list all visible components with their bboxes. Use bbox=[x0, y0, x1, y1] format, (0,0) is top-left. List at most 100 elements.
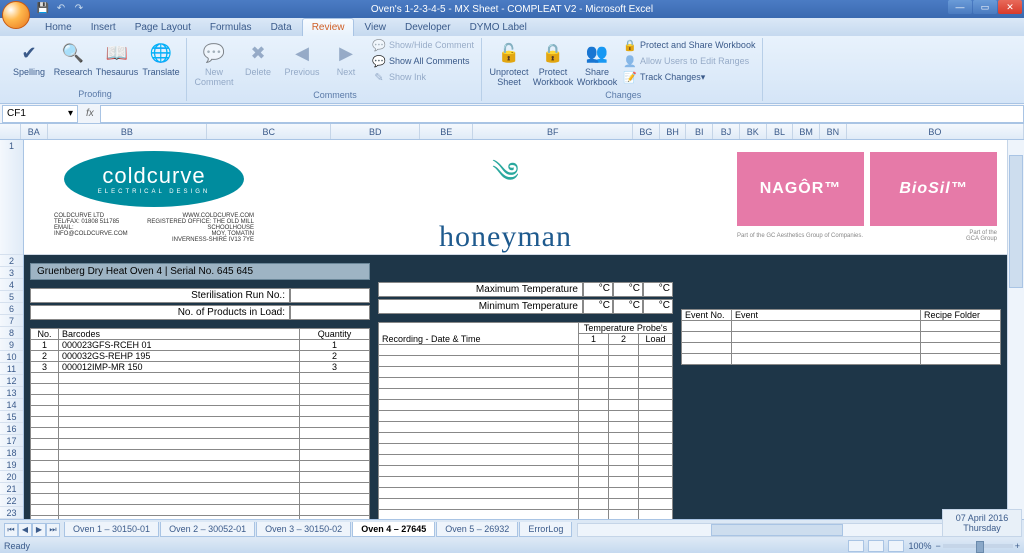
row-22[interactable]: 22 bbox=[0, 495, 23, 507]
row-23[interactable]: 23 bbox=[0, 507, 23, 519]
tab-data[interactable]: Data bbox=[262, 19, 301, 36]
delete-comment-button[interactable]: ✖Delete bbox=[237, 38, 279, 80]
sheet-tab-active[interactable]: Oven 4 – 27645 bbox=[352, 522, 435, 537]
row-14[interactable]: 14 bbox=[0, 399, 23, 411]
scroll-thumb[interactable] bbox=[1009, 155, 1023, 288]
vertical-scrollbar[interactable] bbox=[1007, 140, 1024, 519]
view-layout-button[interactable] bbox=[868, 540, 884, 552]
thesaurus-button[interactable]: 📖Thesaurus bbox=[96, 38, 138, 80]
tab-view[interactable]: View bbox=[355, 19, 395, 36]
products-value[interactable] bbox=[290, 305, 370, 320]
row-1[interactable]: 1 bbox=[0, 140, 23, 255]
view-break-button[interactable] bbox=[888, 540, 904, 552]
sterilisation-value[interactable] bbox=[290, 288, 370, 303]
sheet-tab[interactable]: Oven 5 – 26932 bbox=[436, 522, 518, 537]
col-BO[interactable]: BO bbox=[847, 124, 1024, 139]
research-button[interactable]: 🔍Research bbox=[52, 38, 94, 80]
sheet-tab[interactable]: ErrorLog bbox=[519, 522, 572, 537]
redo-icon[interactable]: ↷ bbox=[72, 1, 86, 15]
row-20[interactable]: 20 bbox=[0, 471, 23, 483]
col-BI[interactable]: BI bbox=[686, 124, 713, 139]
col-BB[interactable]: BB bbox=[48, 124, 208, 139]
row-19[interactable]: 19 bbox=[0, 459, 23, 471]
tab-last-icon[interactable]: ⏭ bbox=[46, 523, 60, 537]
ribbon-group-comments: 💬New Comment ✖Delete ◀Previous ▶Next 💬Sh… bbox=[189, 38, 482, 101]
col-BM[interactable]: BM bbox=[793, 124, 820, 139]
save-icon[interactable]: 💾 bbox=[36, 1, 50, 15]
col-BE[interactable]: BE bbox=[420, 124, 473, 139]
share-workbook-button[interactable]: 👥Share Workbook bbox=[576, 38, 618, 90]
new-comment-button[interactable]: 💬New Comment bbox=[193, 38, 235, 90]
allow-users-button[interactable]: 👤Allow Users to Edit Ranges bbox=[620, 54, 758, 70]
sheet-tab[interactable]: Oven 1 – 30150-01 bbox=[64, 522, 159, 537]
col-BK[interactable]: BK bbox=[740, 124, 767, 139]
row-8[interactable]: 8 bbox=[0, 327, 23, 339]
maximize-button[interactable]: ▭ bbox=[973, 0, 997, 14]
protect-workbook-button[interactable]: 🔒Protect Workbook bbox=[532, 38, 574, 90]
sheet-tab[interactable]: Oven 2 – 30052-01 bbox=[160, 522, 255, 537]
protshare-icon: 🔒 bbox=[623, 39, 637, 53]
row-16[interactable]: 16 bbox=[0, 423, 23, 435]
tab-formulas[interactable]: Formulas bbox=[201, 19, 261, 36]
col-BJ[interactable]: BJ bbox=[713, 124, 740, 139]
col-BH[interactable]: BH bbox=[660, 124, 687, 139]
tab-developer[interactable]: Developer bbox=[396, 19, 460, 36]
previous-comment-button[interactable]: ◀Previous bbox=[281, 38, 323, 80]
fx-icon[interactable]: fx bbox=[80, 108, 100, 119]
name-box[interactable]: CF1▾ bbox=[2, 105, 78, 123]
row-21[interactable]: 21 bbox=[0, 483, 23, 495]
col-BG[interactable]: BG bbox=[633, 124, 660, 139]
col-BL[interactable]: BL bbox=[767, 124, 794, 139]
next-comment-button[interactable]: ▶Next bbox=[325, 38, 367, 80]
showink-button[interactable]: ✎Show Ink bbox=[369, 70, 477, 86]
tab-insert[interactable]: Insert bbox=[82, 19, 125, 36]
row-2[interactable]: 2 bbox=[0, 255, 23, 267]
col-BC[interactable]: BC bbox=[207, 124, 331, 139]
row-13[interactable]: 13 bbox=[0, 387, 23, 399]
row-15[interactable]: 15 bbox=[0, 411, 23, 423]
col-BF[interactable]: BF bbox=[473, 124, 633, 139]
tab-home[interactable]: Home bbox=[36, 19, 81, 36]
row-10[interactable]: 10 bbox=[0, 351, 23, 363]
minimize-button[interactable]: — bbox=[948, 0, 972, 14]
translate-button[interactable]: 🌐Translate bbox=[140, 38, 182, 80]
undo-icon[interactable]: ↶ bbox=[54, 1, 68, 15]
formula-input[interactable] bbox=[100, 105, 1024, 123]
zoom-slider[interactable] bbox=[943, 544, 1013, 548]
tab-prev-icon[interactable]: ◀ bbox=[18, 523, 32, 537]
col-BD[interactable]: BD bbox=[331, 124, 420, 139]
row-6[interactable]: 6 bbox=[0, 303, 23, 315]
zoom-out-button[interactable]: − bbox=[935, 541, 940, 551]
protect-share-button[interactable]: 🔒Protect and Share Workbook bbox=[620, 38, 758, 54]
row-12[interactable]: 12 bbox=[0, 375, 23, 387]
col-BA[interactable]: BA bbox=[21, 124, 48, 139]
row-17[interactable]: 17 bbox=[0, 435, 23, 447]
track-changes-button[interactable]: 📝Track Changes ▾ bbox=[620, 70, 758, 86]
chevron-down-icon[interactable]: ▾ bbox=[68, 108, 73, 119]
showhide-comment-button[interactable]: 💬Show/Hide Comment bbox=[369, 38, 477, 54]
select-all-corner[interactable] bbox=[0, 124, 21, 139]
office-button[interactable] bbox=[2, 1, 30, 29]
spelling-button[interactable]: ✔Spelling bbox=[8, 38, 50, 80]
tab-page-layout[interactable]: Page Layout bbox=[126, 19, 200, 36]
tab-review[interactable]: Review bbox=[302, 18, 355, 36]
view-normal-button[interactable] bbox=[848, 540, 864, 552]
row-18[interactable]: 18 bbox=[0, 447, 23, 459]
row-5[interactable]: 5 bbox=[0, 291, 23, 303]
row-7[interactable]: 7 bbox=[0, 315, 23, 327]
tab-next-icon[interactable]: ▶ bbox=[32, 523, 46, 537]
hscroll-thumb[interactable] bbox=[711, 524, 843, 536]
row-11[interactable]: 11 bbox=[0, 363, 23, 375]
unprotect-sheet-button[interactable]: 🔓Unprotect Sheet bbox=[488, 38, 530, 90]
row-3[interactable]: 3 bbox=[0, 267, 23, 279]
row-4[interactable]: 4 bbox=[0, 279, 23, 291]
showall-comments-button[interactable]: 💬Show All Comments bbox=[369, 54, 477, 70]
tab-dymo[interactable]: DYMO Label bbox=[461, 19, 536, 36]
col-BN[interactable]: BN bbox=[820, 124, 847, 139]
worksheet[interactable]: 1 2 3 4 5 6 7 8 9 10 11 12 13 14 15 16 1… bbox=[0, 140, 1007, 519]
zoom-in-button[interactable]: + bbox=[1015, 541, 1020, 551]
row-9[interactable]: 9 bbox=[0, 339, 23, 351]
close-button[interactable]: ✕ bbox=[998, 0, 1022, 14]
sheet-tab[interactable]: Oven 3 – 30150-02 bbox=[256, 522, 351, 537]
tab-first-icon[interactable]: ⏮ bbox=[4, 523, 18, 537]
